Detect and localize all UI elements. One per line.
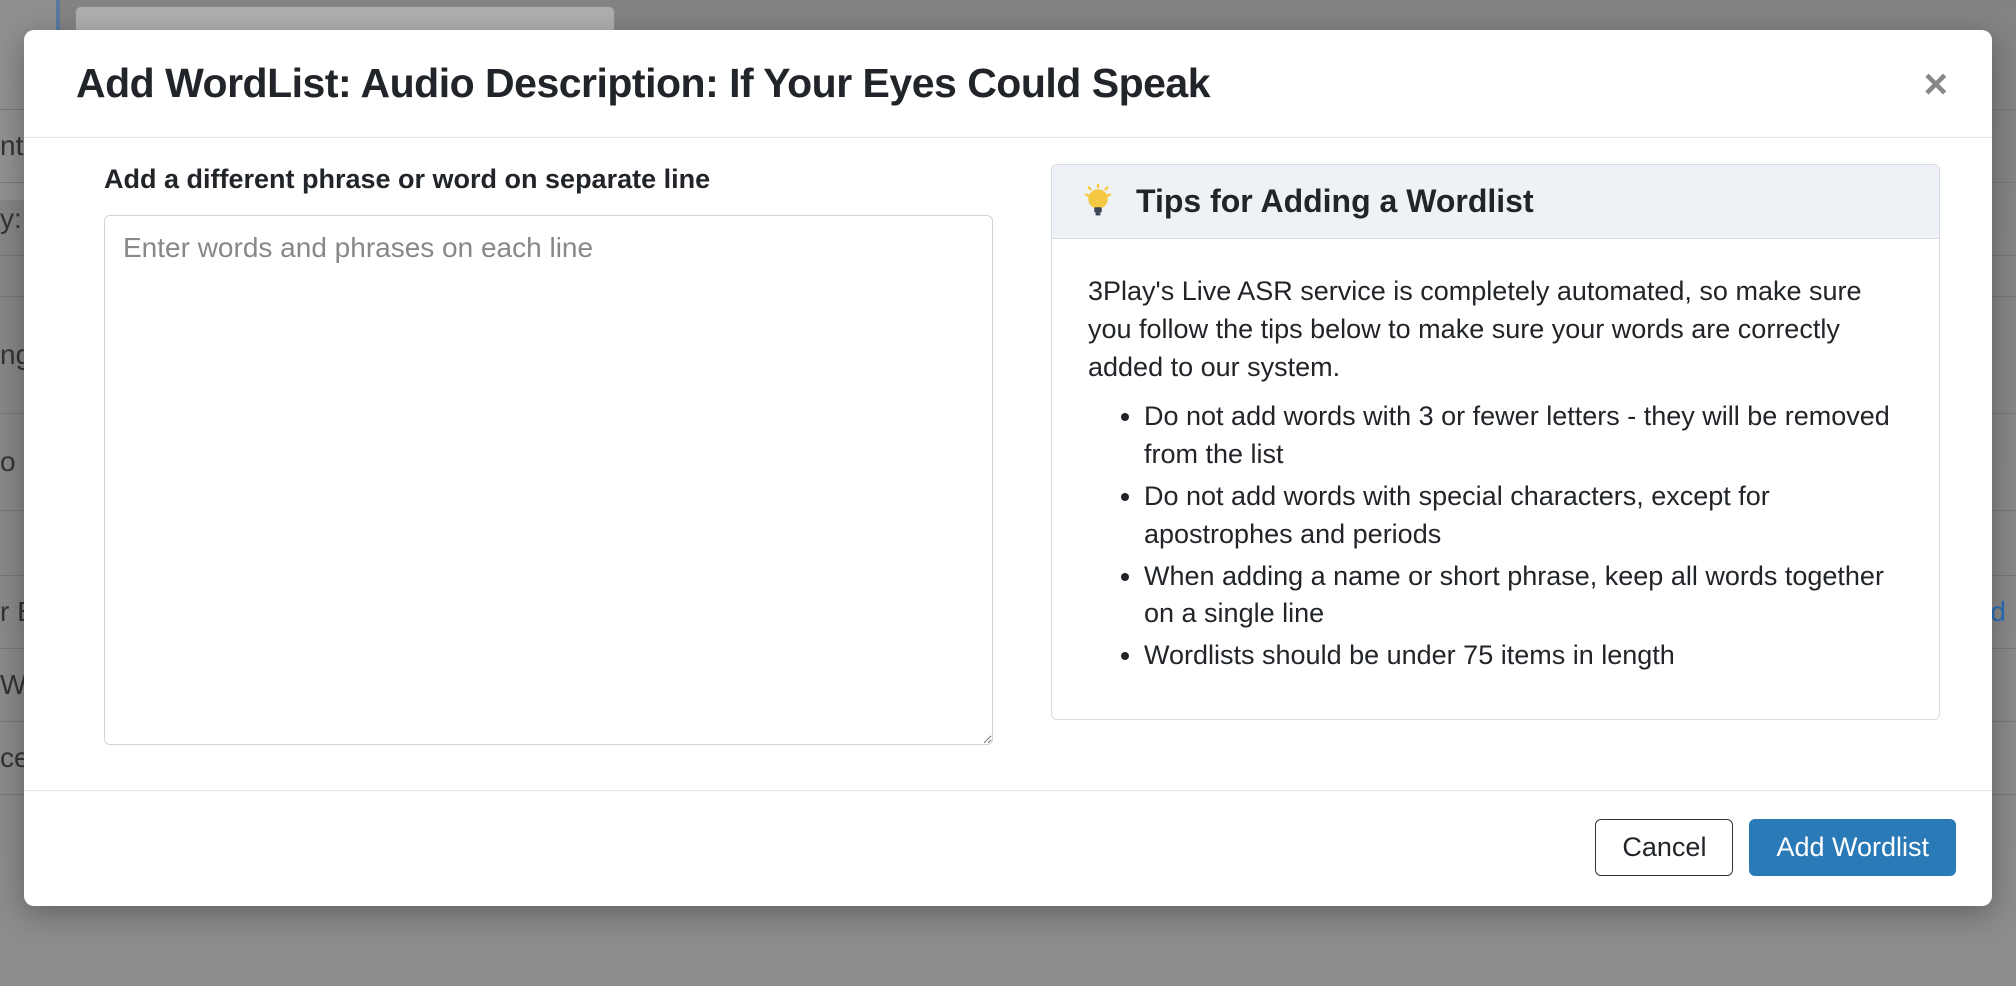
tips-list: Do not add words with 3 or fewer letters… (1088, 398, 1903, 675)
add-wordlist-button[interactable]: Add Wordlist (1749, 819, 1956, 876)
modal-footer: Cancel Add Wordlist (24, 790, 1992, 906)
tips-header: Tips for Adding a Wordlist (1052, 165, 1939, 239)
tips-column: Tips for Adding a Wordlist 3Play's Live … (1051, 164, 1940, 750)
tips-list-item: Wordlists should be under 75 items in le… (1144, 637, 1903, 675)
modal-body: Add a different phrase or word on separa… (24, 138, 1992, 790)
tips-card: Tips for Adding a Wordlist 3Play's Live … (1051, 164, 1940, 720)
wordlist-label: Add a different phrase or word on separa… (104, 164, 993, 195)
modal-title: Add WordList: Audio Description: If Your… (76, 60, 1210, 107)
tips-list-item: When adding a name or short phrase, keep… (1144, 558, 1903, 634)
add-wordlist-modal: Add WordList: Audio Description: If Your… (24, 30, 1992, 906)
lightbulb-icon (1080, 184, 1116, 220)
tips-list-item: Do not add words with special characters… (1144, 478, 1903, 554)
wordlist-textarea[interactable] (104, 215, 993, 745)
tips-list-item: Do not add words with 3 or fewer letters… (1144, 398, 1903, 474)
cancel-button[interactable]: Cancel (1595, 819, 1733, 876)
tips-intro: 3Play's Live ASR service is completely a… (1088, 273, 1903, 386)
tips-body: 3Play's Live ASR service is completely a… (1052, 239, 1939, 719)
wordlist-form-column: Add a different phrase or word on separa… (104, 164, 993, 750)
close-button[interactable]: × (1915, 63, 1956, 105)
modal-header: Add WordList: Audio Description: If Your… (24, 30, 1992, 138)
close-icon: × (1923, 60, 1948, 107)
tips-title: Tips for Adding a Wordlist (1136, 183, 1534, 220)
